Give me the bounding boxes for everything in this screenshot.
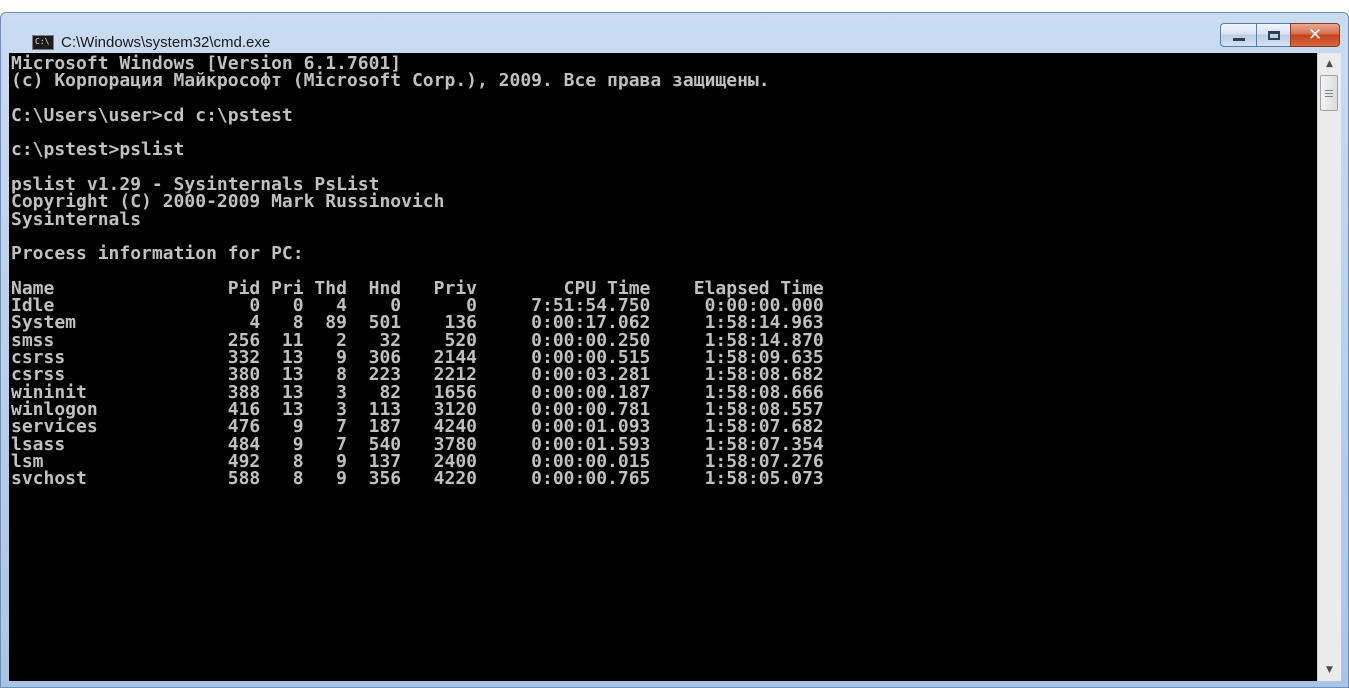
console-line: svchost 588 8 9 356 4220 0:00:00.765 1:5… bbox=[11, 468, 824, 490]
arrow-up-icon: ▲ bbox=[1326, 59, 1333, 69]
caption-buttons: ✕ bbox=[1220, 23, 1340, 49]
scroll-up-button[interactable]: ▲ bbox=[1318, 53, 1341, 75]
console-text: Microsoft Windows [Version 6.1.7601] (c)… bbox=[9, 53, 1317, 490]
cmd-icon-text: C:\ bbox=[35, 37, 50, 46]
close-icon: ✕ bbox=[1307, 24, 1323, 45]
arrow-down-icon: ▼ bbox=[1326, 665, 1333, 675]
cmd-window: C:\ C:\Windows\system32\cmd.exe ✕ Micros… bbox=[0, 12, 1349, 688]
console-output[interactable]: Microsoft Windows [Version 6.1.7601] (c)… bbox=[9, 53, 1317, 681]
console-line: C:\Users\user>cd c:\pstest bbox=[11, 104, 293, 126]
maximize-icon bbox=[1267, 30, 1280, 40]
cmd-icon[interactable]: C:\ bbox=[32, 35, 54, 50]
close-button[interactable]: ✕ bbox=[1290, 23, 1340, 47]
title-bar[interactable]: C:\ C:\Windows\system32\cmd.exe ✕ bbox=[1, 13, 1348, 53]
scrollbar-thumb[interactable] bbox=[1320, 75, 1338, 111]
console-line: c:\pstest>pslist bbox=[11, 139, 185, 161]
minimize-button[interactable] bbox=[1220, 23, 1256, 47]
console-line: (c) Корпорация Майкрософт (Microsoft Cor… bbox=[11, 70, 770, 92]
maximize-button[interactable] bbox=[1256, 23, 1290, 47]
vertical-scrollbar[interactable]: ▲ ▼ bbox=[1317, 53, 1341, 681]
grip-icon bbox=[1325, 89, 1333, 97]
console-line: Process information for PC: bbox=[11, 243, 304, 265]
console-line: Sysinternals bbox=[11, 208, 142, 230]
minimize-icon bbox=[1232, 37, 1245, 41]
window-title: C:\Windows\system32\cmd.exe bbox=[61, 34, 271, 51]
scroll-down-button[interactable]: ▼ bbox=[1318, 659, 1341, 681]
